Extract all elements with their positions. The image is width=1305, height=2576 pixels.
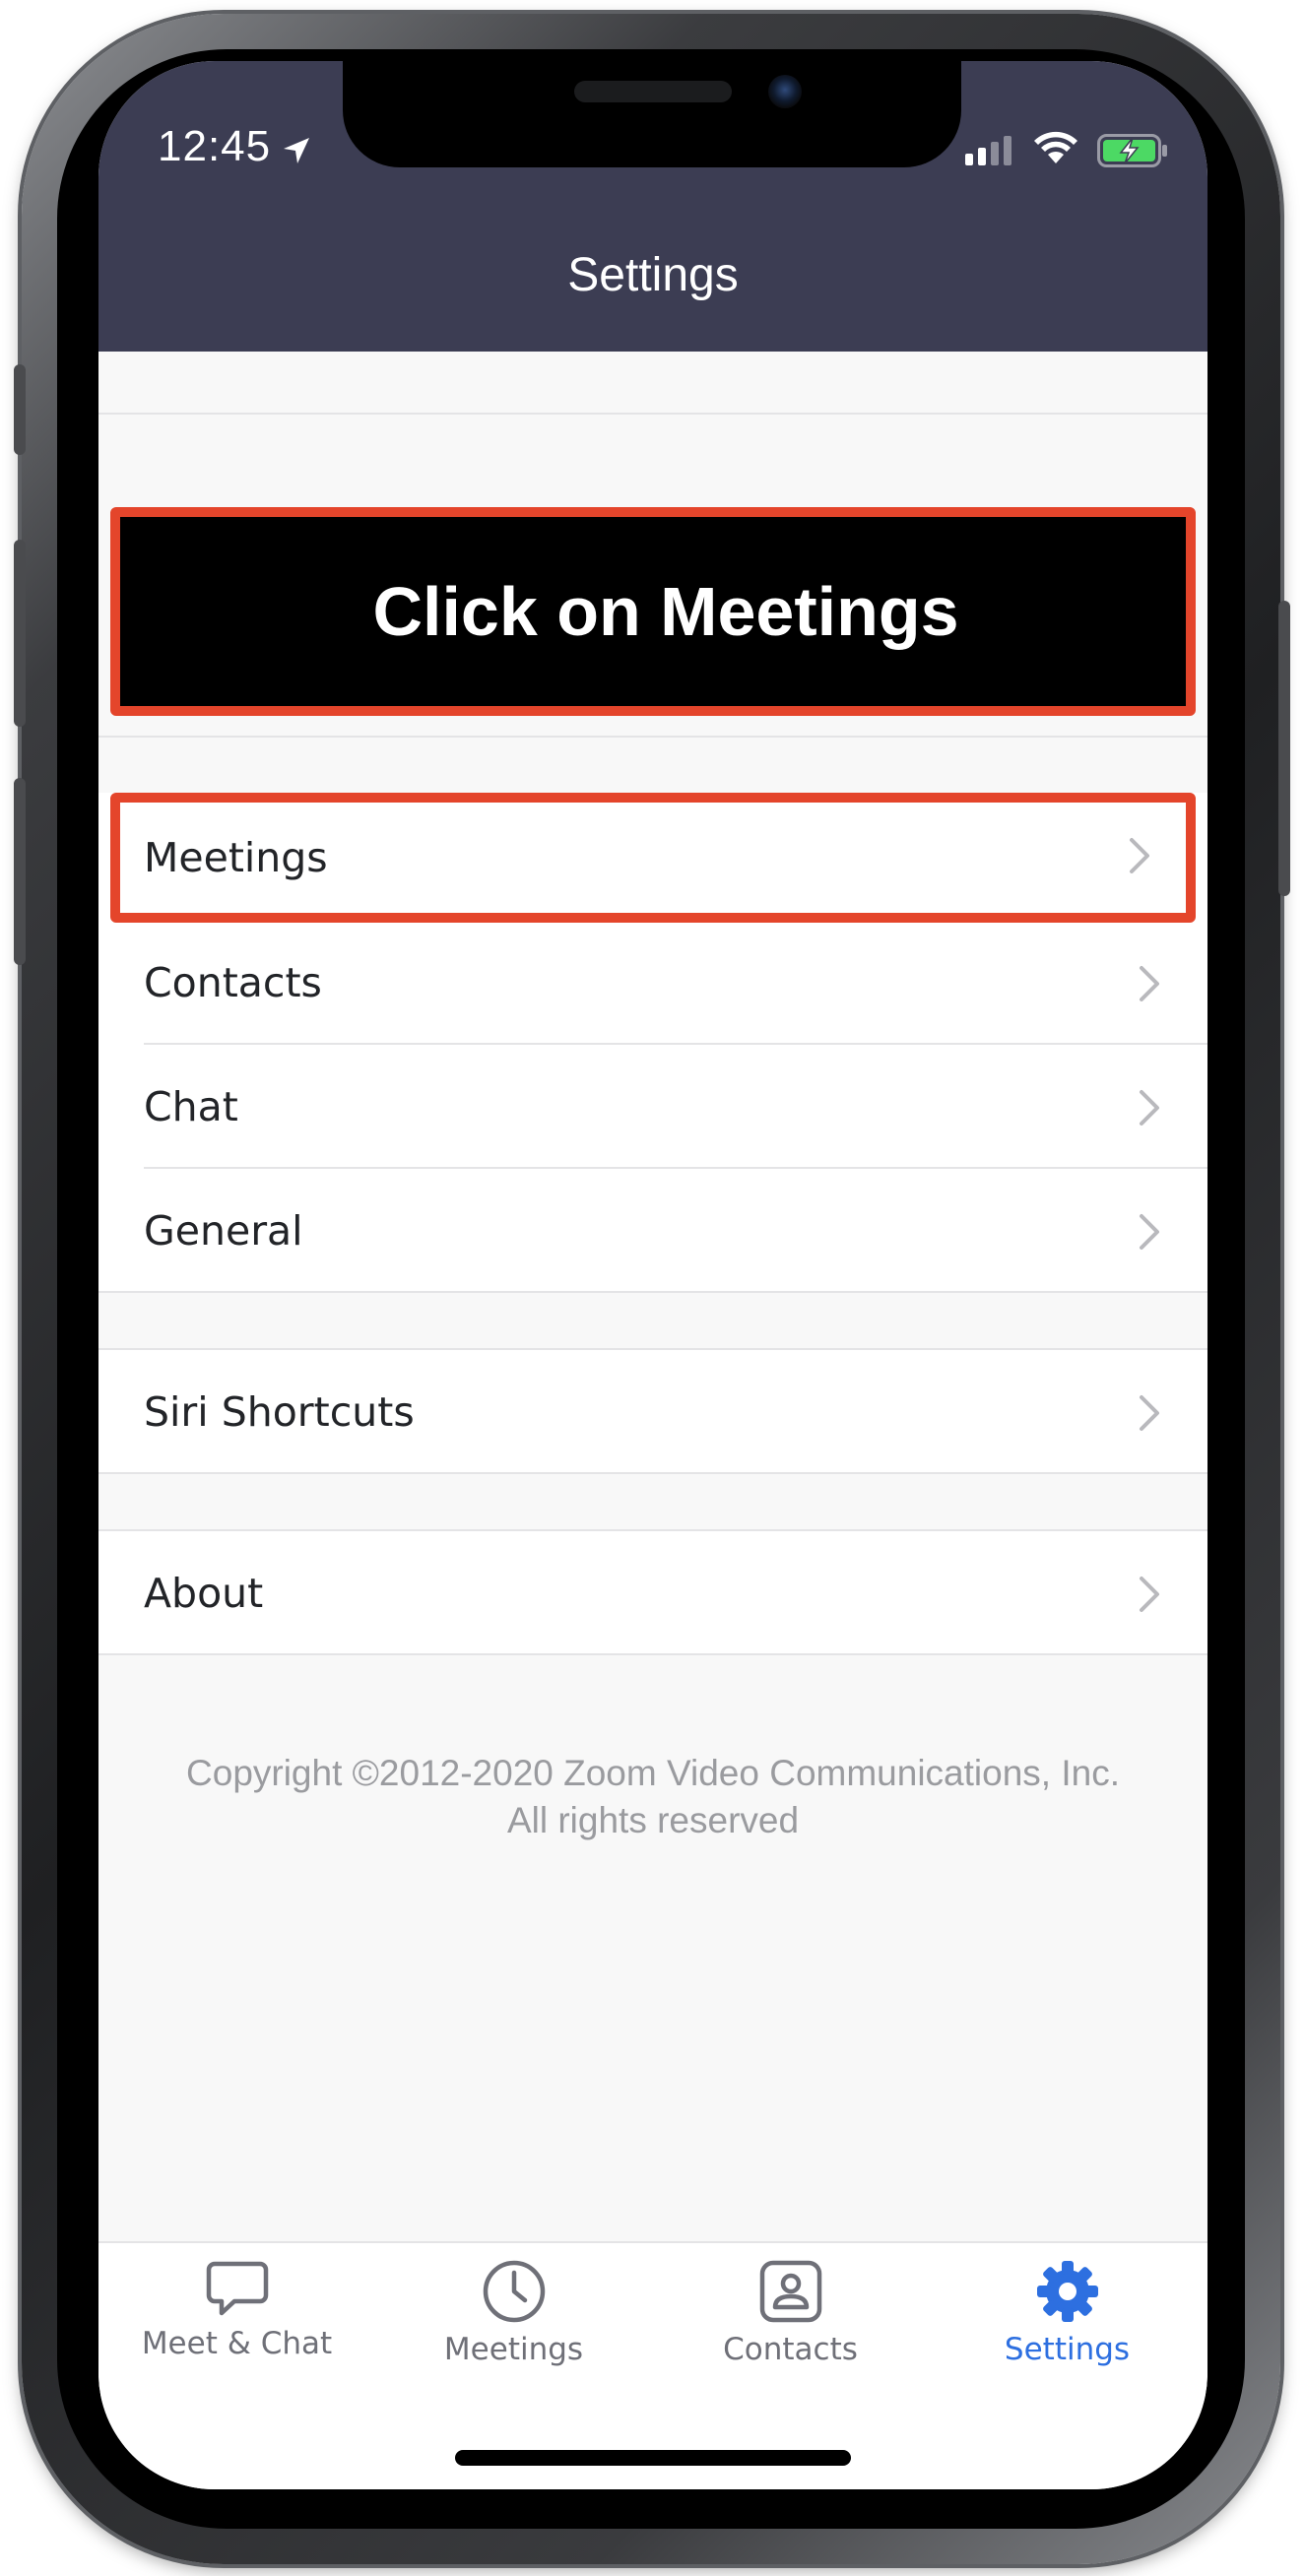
divider (98, 1291, 1207, 1293)
page-title: Settings (567, 249, 739, 301)
home-indicator[interactable] (455, 2450, 851, 2466)
row-label: Meetings (144, 834, 328, 881)
settings-row-contacts[interactable]: Contacts (98, 921, 1207, 1045)
tab-label: Meetings (443, 2332, 584, 2367)
clock-icon (483, 2260, 545, 2323)
instruction-text: Click on Meetings (372, 573, 959, 650)
copyright-notice: Copyright ©2012-2020 Zoom Video Communic… (98, 1750, 1207, 1844)
chevron-right-icon (1140, 1577, 1159, 1612)
tab-contacts[interactable]: Contacts (652, 2259, 929, 2377)
row-label: Chat (144, 1083, 238, 1130)
gear-icon (1036, 2261, 1098, 2322)
notch (343, 61, 961, 167)
divider (98, 413, 1207, 415)
volume-down-button (14, 778, 26, 965)
rights-line: All rights reserved (506, 1800, 800, 1840)
battery-charging-icon (1097, 134, 1167, 167)
row-label: About (144, 1570, 264, 1617)
row-label: Siri Shortcuts (144, 1388, 415, 1436)
settings-row-siri-shortcuts[interactable]: Siri Shortcuts (98, 1350, 1207, 1474)
phone-screen: 12:45 Settings Click on Meetings Meeting… (98, 61, 1207, 2489)
settings-group-shortcuts: Siri Shortcuts (98, 1350, 1207, 1474)
chevron-right-icon (1140, 966, 1159, 1001)
copyright-line: Copyright ©2012-2020 Zoom Video Communic… (186, 1753, 1120, 1793)
tab-settings[interactable]: Settings (929, 2259, 1206, 2377)
status-time: 12:45 (158, 122, 272, 170)
row-label: Contacts (144, 959, 322, 1006)
signal-icon (965, 136, 1011, 165)
volume-up-button (14, 540, 26, 727)
chevron-right-icon (1140, 1395, 1159, 1431)
location-arrow-icon (284, 138, 309, 163)
settings-group-main: Meetings Contacts Chat General (98, 793, 1207, 1293)
divider (98, 1472, 1207, 1474)
settings-row-general[interactable]: General (98, 1169, 1207, 1293)
tab-meet-chat[interactable]: Meet & Chat (98, 2259, 375, 2377)
tab-bar: Meet & Chat Meetings Contacts Settings (98, 2241, 1207, 2489)
front-camera (768, 75, 802, 108)
chat-bubble-icon (206, 2261, 268, 2316)
settings-row-chat[interactable]: Chat (98, 1045, 1207, 1169)
mute-switch (14, 364, 26, 455)
tab-label: Contacts (723, 2332, 858, 2367)
chevron-right-icon (1130, 838, 1149, 873)
contact-card-icon (759, 2260, 821, 2323)
divider (98, 736, 1207, 738)
earpiece-speaker (574, 81, 732, 102)
tab-label: Meet & Chat (141, 2326, 333, 2361)
settings-group-about: About (98, 1531, 1207, 1655)
chevron-right-icon (1140, 1214, 1159, 1250)
tab-meetings[interactable]: Meetings (375, 2259, 652, 2377)
tab-label: Settings (1004, 2332, 1131, 2367)
settings-row-meetings[interactable]: Meetings (110, 793, 1196, 923)
chevron-right-icon (1140, 1090, 1159, 1126)
power-button (1278, 601, 1290, 896)
settings-row-about[interactable]: About (98, 1531, 1207, 1655)
row-label: General (144, 1207, 303, 1255)
wifi-icon (1034, 131, 1077, 163)
instruction-banner: Click on Meetings (110, 507, 1196, 716)
divider (98, 1653, 1207, 1655)
